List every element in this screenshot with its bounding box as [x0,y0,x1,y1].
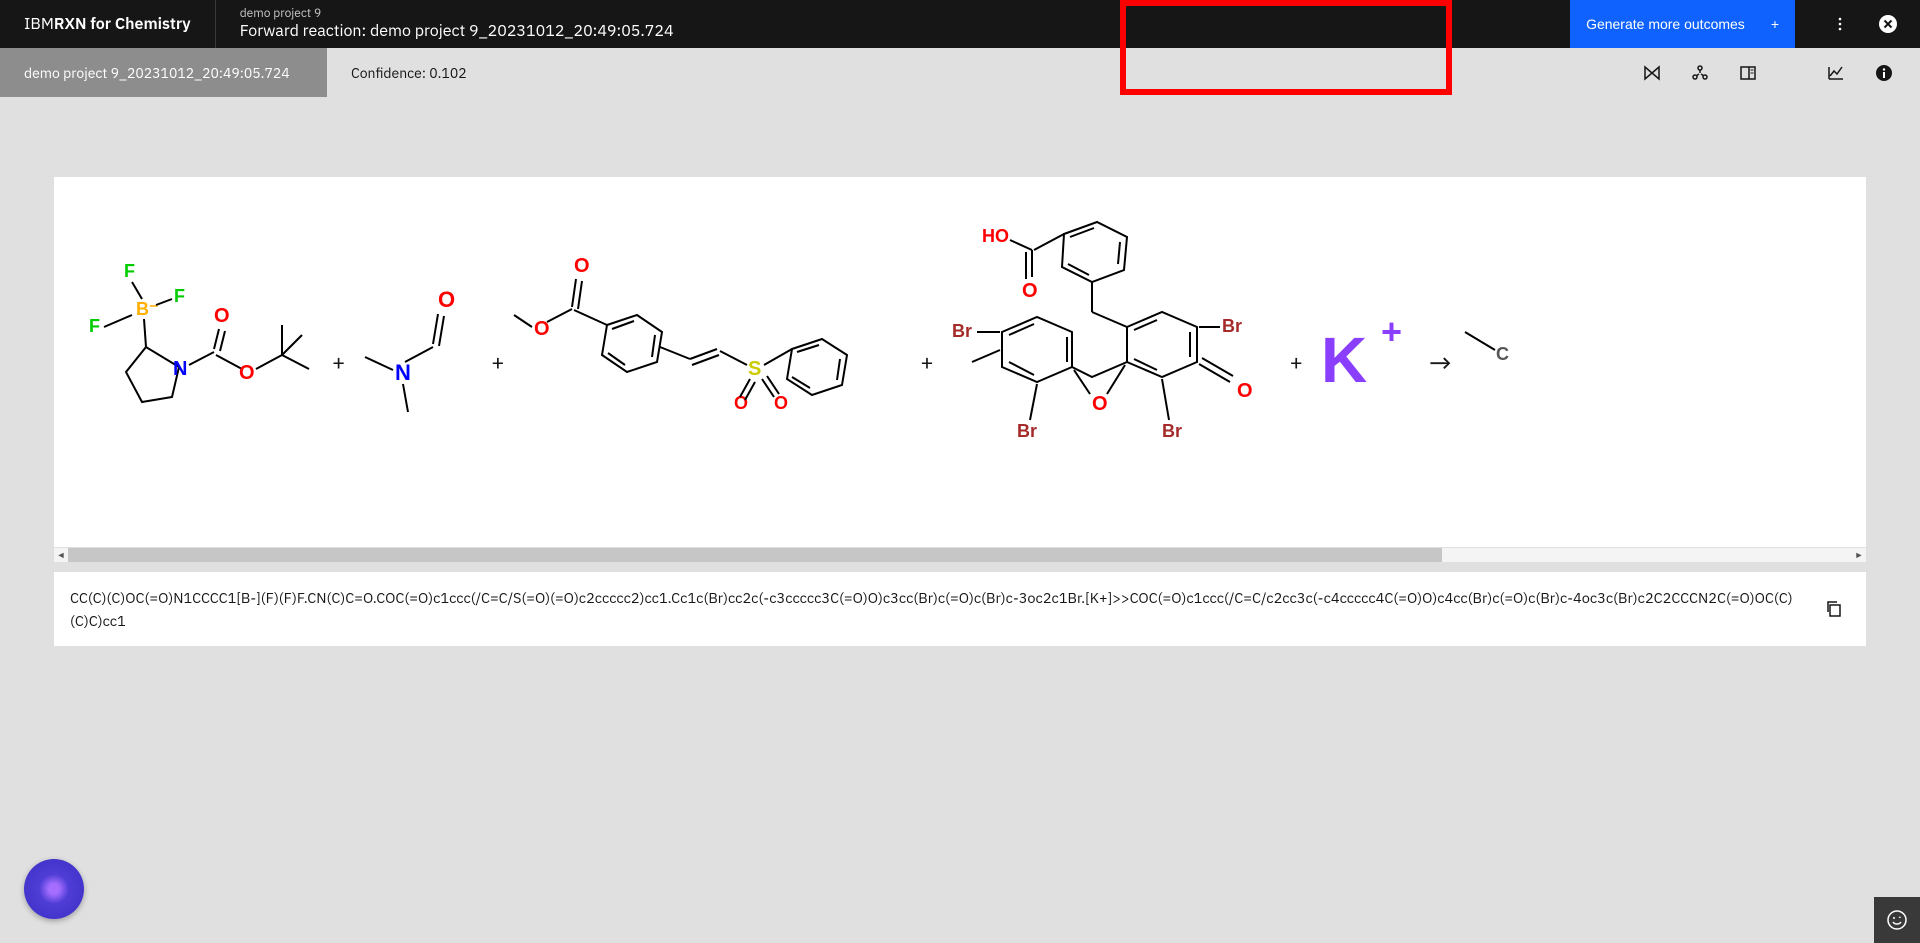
svg-text:C: C [1496,344,1509,364]
molecule-3: O O S O O [512,237,912,487]
molecule-5: K + [1311,302,1421,422]
scroll-right-arrow[interactable]: ► [1852,548,1866,562]
plus-2: + [489,348,506,377]
svg-text:O: O [1022,280,1038,302]
plus-3: + [918,348,935,377]
feedback-button[interactable] [1874,897,1920,943]
smiles-text[interactable]: CC(C)(C)OC(=O)N1CCCC1[B-](F)(F)F.CN(C)C=… [70,586,1802,632]
overflow-menu-button[interactable] [1820,4,1860,44]
info-button[interactable] [1864,53,1904,93]
smiley-icon [1886,909,1908,931]
active-tab[interactable]: demo project 9_20231012_20:49:05.724 [0,48,327,97]
molecule-icon [1691,64,1709,82]
svg-text:O: O [438,287,455,312]
copy-icon [1825,600,1843,618]
overflow-icon [1832,16,1848,32]
svg-text:O: O [1237,380,1253,402]
svg-text:Br: Br [1162,421,1182,441]
molecule-2: O N [353,262,483,462]
svg-text:O: O [214,305,230,327]
plus-4: + [1288,348,1305,377]
panel-icon [1739,64,1757,82]
generate-more-outcomes-button[interactable]: Generate more outcomes + [1570,0,1795,48]
breadcrumb-project: demo project 9 [240,7,674,21]
logo[interactable]: IBM RXN for Chemistry [0,0,216,48]
svg-text:O: O [534,318,550,340]
molecule-4: HO O O Br Br [942,202,1282,522]
molecule-product: C [1460,312,1520,412]
svg-text:Br: Br [1222,316,1242,336]
svg-text:O: O [774,393,788,413]
scroll-thumb[interactable] [68,548,1442,562]
svg-text:Br: Br [952,321,972,341]
svg-text:B⁻: B⁻ [136,299,159,319]
svg-text:O: O [239,362,255,384]
svg-text:F: F [124,261,135,281]
chart-line-icon [1827,64,1845,82]
breadcrumb: demo project 9 Forward reaction: demo pr… [216,7,698,41]
reaction-canvas[interactable]: F F F B⁻ N O O [54,177,1866,547]
scroll-left-arrow[interactable]: ◄ [54,548,68,562]
tab-label: demo project 9_20231012_20:49:05.724 [24,64,290,82]
breadcrumb-title: Forward reaction: demo project 9_2023101… [240,22,674,41]
scroll-track[interactable] [68,548,1852,562]
svg-text:Br: Br [1017,421,1037,441]
reaction-arrow: → [1427,344,1454,381]
svg-text:N: N [173,358,187,380]
main-area: F F F B⁻ N O O [0,97,1920,666]
svg-text:N: N [395,360,411,385]
plus-icon: + [1771,16,1779,32]
generate-label: Generate more outcomes [1586,16,1745,32]
svg-text:HO: HO [982,226,1009,246]
svg-text:S: S [748,358,761,380]
logo-rxn: RXN for Chemistry [54,14,191,34]
svg-text:F: F [89,316,100,336]
info-icon [1875,64,1893,82]
svg-text:K: K [1321,324,1367,396]
confidence-label: Confidence: 0.102 [327,64,491,82]
copy-smiles-button[interactable] [1818,593,1850,625]
svg-text:F: F [174,286,185,306]
bowtie-icon [1643,64,1661,82]
close-button[interactable] [1868,4,1908,44]
assistant-launcher[interactable] [24,859,84,919]
svg-text:O: O [1092,393,1108,415]
plus-1: + [330,348,347,377]
top-header: IBM RXN for Chemistry demo project 9 For… [0,0,1920,48]
chart-button[interactable] [1816,53,1856,93]
side-panel-button[interactable] [1728,53,1768,93]
molecule-1: F F F B⁻ N O O [64,237,324,487]
sub-header: demo project 9_20231012_20:49:05.724 Con… [0,48,1920,97]
structure-button[interactable] [1680,53,1720,93]
logo-ibm: IBM [24,14,54,34]
attention-map-button[interactable] [1632,53,1672,93]
horizontal-scrollbar[interactable]: ◄ ► [54,548,1866,562]
svg-text:+: + [1381,311,1402,352]
svg-text:O: O [574,255,590,277]
smiles-row: CC(C)(C)OC(=O)N1CCCC1[B-](F)(F)F.CN(C)C=… [54,572,1866,646]
close-icon [1878,14,1898,34]
